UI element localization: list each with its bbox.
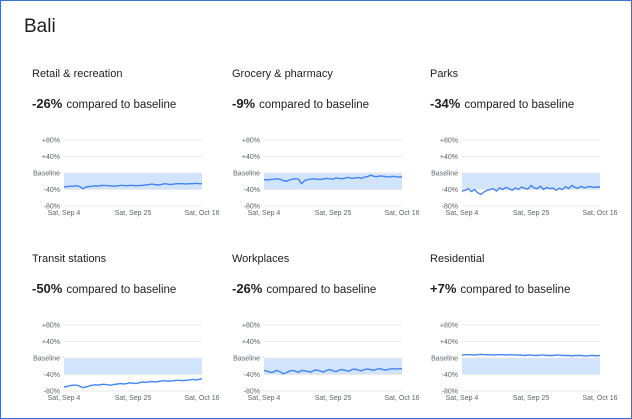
y-tick-label: +80% xyxy=(440,138,458,145)
change-percent: -50% xyxy=(32,281,63,296)
y-tick-label: Baseline xyxy=(233,356,260,363)
compared-label: compared to baseline xyxy=(66,284,177,296)
y-tick-label: Baseline xyxy=(33,356,60,363)
series-line xyxy=(461,353,601,357)
change-percent: +7% xyxy=(430,281,457,296)
x-tick-label: Sat, Sep 25 xyxy=(115,395,152,402)
y-tick-label: -40% xyxy=(44,372,60,379)
y-tick-label: -40% xyxy=(244,187,260,194)
chart-card-residential: Residential +7% compared to baseline +80%… xyxy=(422,253,618,413)
y-tick-label: +40% xyxy=(440,154,458,161)
y-tick-label: +80% xyxy=(42,138,60,145)
chart-card-grocery-pharmacy: Grocery & pharmacy -9% compared to baseli… xyxy=(224,68,420,228)
y-tick-label: -40% xyxy=(244,372,260,379)
x-tick-label: Sat, Sep 4 xyxy=(446,395,479,402)
x-tick-label: Sat, Oct 16 xyxy=(184,210,219,217)
y-tick-label: +40% xyxy=(42,339,60,346)
x-tick-label: Sat, Sep 4 xyxy=(48,395,81,402)
y-tick-label: +40% xyxy=(440,339,458,346)
compared-label: compared to baseline xyxy=(460,284,571,296)
sparkline-chart: +80%+40%Baseline-40%-80%Sat, Sep 4 Sat, S… xyxy=(33,138,219,218)
y-tick-label: +40% xyxy=(242,154,260,161)
compared-label: compared to baseline xyxy=(464,99,575,111)
x-tick-label: Sat, Sep 25 xyxy=(513,395,550,402)
compared-label: compared to baseline xyxy=(266,284,377,296)
x-tick-label: Sat, Sep 25 xyxy=(315,210,352,217)
y-tick-label: +80% xyxy=(42,323,60,330)
chart-card-parks: Parks -34% compared to baseline +80% +40% B… xyxy=(422,68,618,228)
y-tick-label: +80% xyxy=(242,138,260,145)
y-tick-label: -40% xyxy=(442,372,458,379)
sparkline-chart: +80%+40%Baseline-40%-80%Sat, Sep 4 Sat, S… xyxy=(233,138,419,218)
x-tick-label: Sat, Sep 4 xyxy=(248,210,281,217)
chart-card-transit-stations: Transit stations -50% compared to baselin… xyxy=(24,253,220,413)
baseline-band xyxy=(64,358,202,375)
card-change-line: -50% compared to baseline xyxy=(32,281,176,296)
series-line xyxy=(63,377,203,389)
sparkline-chart: +80%+40%Baseline-40%-80%Sat, Sep 4 Sat, S… xyxy=(431,138,617,218)
card-title: Residential xyxy=(430,253,485,265)
sparkline-chart: +80%+40%Baseline-40%-80%Sat, Sep 4 Sat, S… xyxy=(233,323,419,403)
y-tick-label: Baseline xyxy=(33,171,60,178)
x-tick-label: Sat, Oct 16 xyxy=(384,210,419,217)
card-title: Retail & recreation xyxy=(32,68,123,80)
change-percent: -26% xyxy=(232,281,263,296)
x-tick-label: Sat, Sep 4 xyxy=(446,210,479,217)
y-tick-label: Baseline xyxy=(431,356,458,363)
x-tick-label: Sat, Sep 25 xyxy=(115,210,152,217)
x-tick-label: Sat, Oct 16 xyxy=(184,395,219,402)
sparkline-chart: +80%+40%Baseline-40%-80%Sat, Sep 4 Sat, S… xyxy=(431,323,617,403)
x-tick-label: Sat, Sep 25 xyxy=(315,395,352,402)
card-change-line: -9% compared to baseline xyxy=(232,96,369,111)
card-title: Grocery & pharmacy xyxy=(232,68,333,80)
y-tick-label: +40% xyxy=(242,339,260,346)
card-change-line: -34% compared to baseline xyxy=(430,96,574,111)
y-tick-label: Baseline xyxy=(233,171,260,178)
x-tick-label: Sat, Sep 4 xyxy=(248,395,281,402)
x-tick-label: Sat, Oct 16 xyxy=(582,210,617,217)
y-tick-label: +80% xyxy=(242,323,260,330)
card-change-line: +7% compared to baseline xyxy=(430,281,570,296)
card-change-line: -26% compared to baseline xyxy=(32,96,176,111)
baseline-band xyxy=(462,358,600,375)
chart-card-retail-recreation: Retail & recreation -26% compared to base… xyxy=(24,68,220,228)
change-percent: -26% xyxy=(32,96,63,111)
change-percent: -9% xyxy=(232,96,256,111)
card-title: Transit stations xyxy=(32,253,107,265)
compared-label: compared to baseline xyxy=(66,99,177,111)
x-tick-label: Sat, Sep 25 xyxy=(513,210,550,217)
card-title: Parks xyxy=(430,68,459,80)
y-tick-label: -40% xyxy=(44,187,60,194)
x-tick-label: Sat, Oct 16 xyxy=(582,395,617,402)
card-change-line: -26% compared to baseline xyxy=(232,281,376,296)
chart-card-workplaces: Workplaces -26% compared to baseline +80%… xyxy=(224,253,420,413)
change-percent: -34% xyxy=(430,96,461,111)
sparkline-chart: +80%+40%Baseline-40%-80%Sat, Sep 4 Sat, S… xyxy=(33,323,219,403)
compared-label: compared to baseline xyxy=(259,99,370,111)
baseline-band xyxy=(264,358,402,375)
x-tick-label: Sat, Oct 16 xyxy=(384,395,419,402)
y-tick-label: -40% xyxy=(442,187,458,194)
y-tick-label: Baseline xyxy=(431,171,458,178)
region-title: Bali xyxy=(24,16,56,37)
x-tick-label: Sat, Sep 4 xyxy=(48,210,81,217)
y-tick-label: +40% xyxy=(42,154,60,161)
card-title: Workplaces xyxy=(232,253,290,265)
y-tick-label: +80% xyxy=(440,323,458,330)
